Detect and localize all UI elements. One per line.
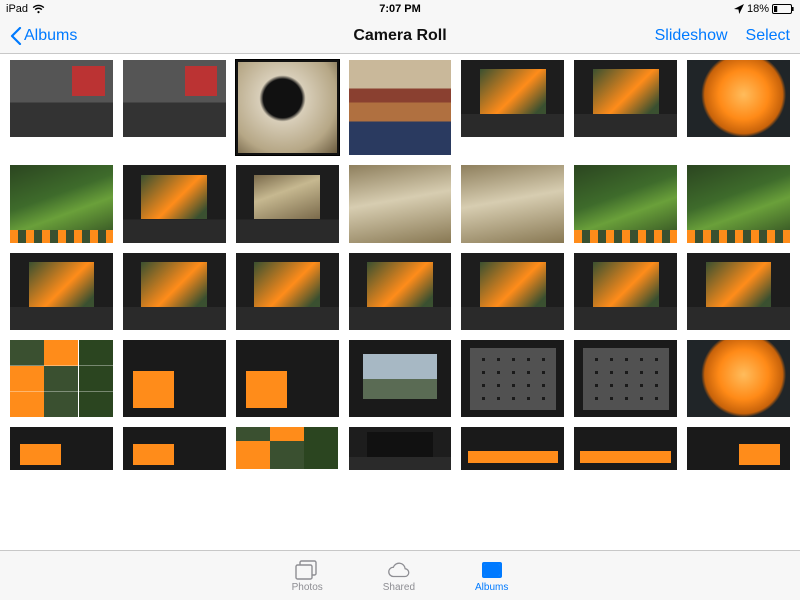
status-bar: iPad 7:07 PM 18% (0, 0, 800, 18)
photo-thumbnail[interactable] (236, 427, 339, 470)
photo-thumbnail[interactable] (349, 427, 452, 470)
photo-thumbnail[interactable] (10, 340, 113, 417)
photo-thumbnail[interactable] (10, 60, 113, 137)
photo-grid-container[interactable] (0, 54, 800, 550)
photo-thumbnail[interactable] (349, 165, 452, 242)
photo-thumbnail[interactable] (123, 340, 226, 417)
status-left: iPad (6, 3, 45, 15)
status-time: 7:07 PM (379, 3, 421, 15)
photo-thumbnail[interactable] (461, 340, 564, 417)
photo-thumbnail[interactable] (349, 253, 452, 330)
photo-thumbnail[interactable] (349, 340, 452, 417)
device-label: iPad (6, 3, 28, 15)
photo-grid (10, 60, 790, 470)
albums-icon (479, 559, 505, 581)
cloud-icon (386, 559, 412, 581)
photo-thumbnail[interactable] (461, 253, 564, 330)
slideshow-button[interactable]: Slideshow (655, 27, 728, 45)
photo-thumbnail[interactable] (687, 340, 790, 417)
photo-thumbnail[interactable] (574, 60, 677, 137)
location-icon (734, 4, 744, 14)
photo-thumbnail[interactable] (236, 340, 339, 417)
photo-thumbnail[interactable] (574, 340, 677, 417)
chevron-left-icon (10, 27, 22, 45)
photo-thumbnail[interactable] (123, 165, 226, 242)
photo-thumbnail[interactable] (236, 253, 339, 330)
navigation-bar: Albums Camera Roll Slideshow Select (0, 18, 800, 54)
select-button[interactable]: Select (746, 27, 790, 45)
photo-thumbnail[interactable] (461, 427, 564, 470)
wifi-icon (32, 4, 45, 14)
photos-icon (294, 559, 320, 581)
photo-thumbnail[interactable] (687, 165, 790, 242)
photo-thumbnail[interactable] (123, 253, 226, 330)
page-title: Camera Roll (353, 27, 446, 45)
photo-thumbnail[interactable] (236, 60, 339, 155)
photo-thumbnail[interactable] (687, 427, 790, 470)
tab-label: Photos (292, 582, 323, 593)
tab-label: Shared (383, 582, 415, 593)
photo-thumbnail[interactable] (10, 253, 113, 330)
tab-bar: Photos Shared Albums (0, 550, 800, 600)
tab-photos[interactable]: Photos (292, 559, 323, 593)
photo-thumbnail[interactable] (574, 165, 677, 242)
battery-percent: 18% (747, 3, 769, 15)
photo-thumbnail[interactable] (123, 60, 226, 137)
battery-icon (772, 4, 794, 14)
photo-thumbnail[interactable] (687, 253, 790, 330)
photo-thumbnail[interactable] (123, 427, 226, 470)
back-label: Albums (24, 27, 77, 45)
photo-thumbnail[interactable] (236, 165, 339, 242)
photo-thumbnail[interactable] (574, 427, 677, 470)
tab-shared[interactable]: Shared (383, 559, 415, 593)
photo-thumbnail[interactable] (461, 165, 564, 242)
photo-thumbnail[interactable] (10, 165, 113, 242)
tab-label: Albums (475, 582, 508, 593)
photo-thumbnail[interactable] (574, 253, 677, 330)
photo-thumbnail[interactable] (687, 60, 790, 137)
status-right: 18% (734, 3, 794, 15)
photo-thumbnail[interactable] (461, 60, 564, 137)
tab-albums[interactable]: Albums (475, 559, 508, 593)
photo-thumbnail[interactable] (10, 427, 113, 470)
back-button[interactable]: Albums (10, 27, 77, 45)
photo-thumbnail[interactable] (349, 60, 452, 155)
